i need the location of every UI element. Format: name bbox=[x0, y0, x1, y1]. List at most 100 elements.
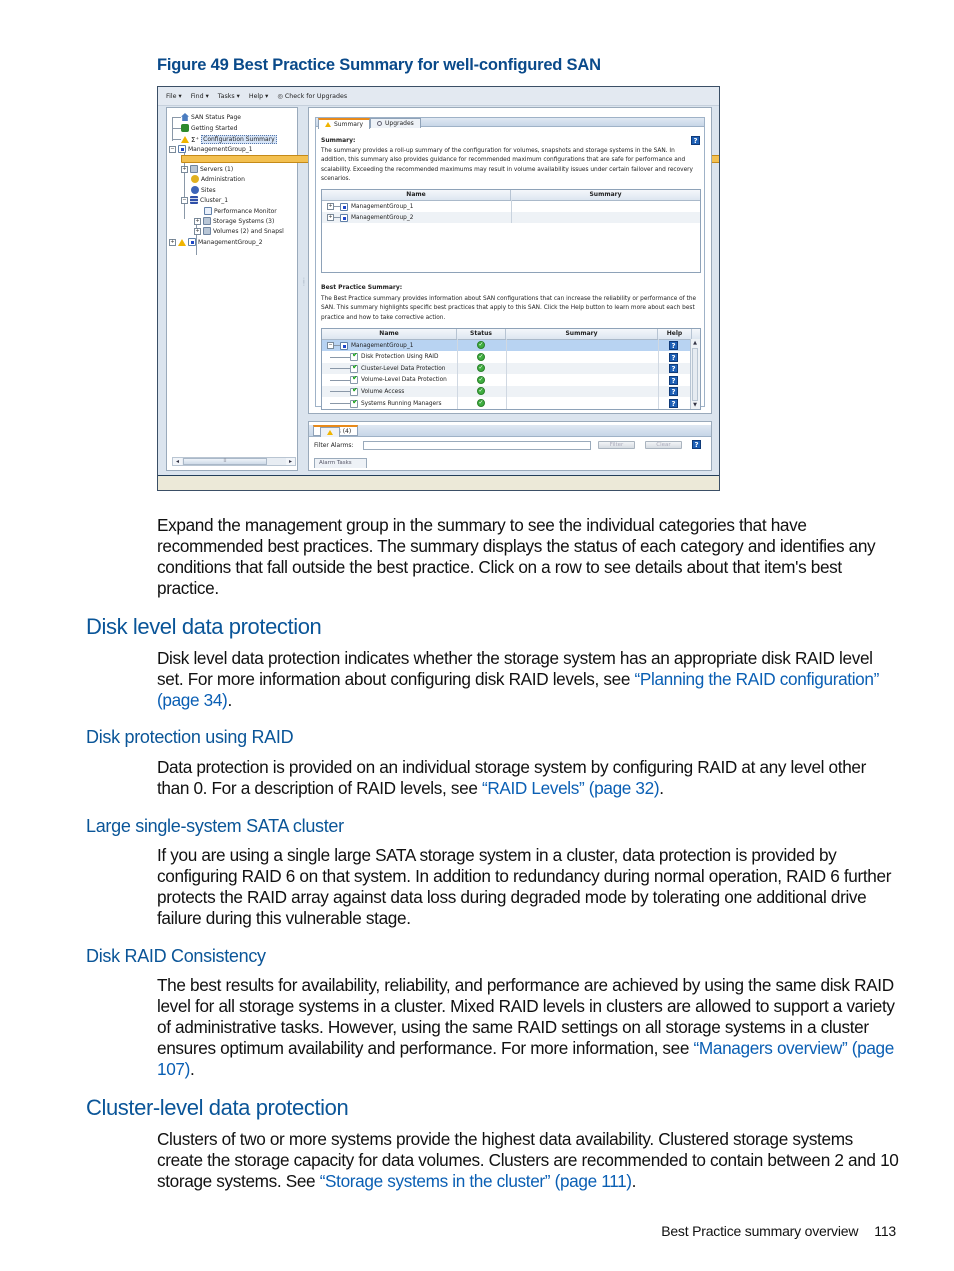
column-header-name[interactable]: Name bbox=[322, 190, 511, 200]
expand-icon[interactable]: + bbox=[169, 238, 176, 246]
row-name: Cluster-Level Data Protection bbox=[361, 365, 446, 372]
row-name: Disk Protection Using RAID bbox=[361, 354, 439, 361]
arrow-icon bbox=[181, 124, 189, 132]
expand-icon[interactable]: + bbox=[327, 203, 334, 210]
management-group-icon bbox=[178, 145, 186, 153]
row-help-button[interactable]: ? bbox=[669, 399, 678, 408]
tree-item-events[interactable]: + Events bbox=[181, 155, 719, 163]
menu-file[interactable]: File ▾ bbox=[166, 93, 182, 100]
heading-disk-protection-using-raid: Disk protection using RAID bbox=[86, 727, 294, 747]
tab-alarms[interactable]: Alarms (4) bbox=[313, 425, 359, 437]
check-upgrades-button[interactable]: ◎ Check for Upgrades bbox=[277, 93, 347, 100]
expand-icon[interactable]: + bbox=[181, 165, 188, 173]
column-divider bbox=[506, 339, 507, 409]
menu-find[interactable]: Find ▾ bbox=[191, 93, 209, 100]
house-icon bbox=[181, 113, 189, 121]
alarm-tasks-button[interactable]: Alarm Tasks bbox=[314, 458, 367, 468]
cluster-icon bbox=[190, 196, 198, 204]
row-name-cell: Disk Protection Using RAID bbox=[322, 353, 457, 362]
tree-item-configuration-summary[interactable]: Σ⁺ Configuration Summary bbox=[181, 135, 277, 144]
clear-button[interactable]: Clear bbox=[645, 441, 682, 449]
row-name: Systems Running Managers bbox=[361, 400, 442, 407]
tree-item-management-group-1[interactable]: − ManagementGroup_1 bbox=[169, 145, 253, 153]
column-header-summary[interactable]: Summary bbox=[506, 329, 658, 339]
best-practice-check-icon bbox=[350, 353, 359, 362]
row-name-cell: − ManagementGroup_1 bbox=[322, 341, 457, 350]
heading-cluster-level-data-protection: Cluster-level data protection bbox=[86, 1095, 349, 1120]
tree-item-servers[interactable]: + Servers (1) bbox=[181, 165, 233, 173]
row-name-cell: Cluster-Level Data Protection bbox=[322, 364, 457, 373]
scroll-left-icon[interactable]: ◂ bbox=[173, 458, 182, 465]
tab-strip: Summary Upgrades bbox=[315, 117, 705, 129]
footer-section-title: Best Practice summary overview bbox=[661, 1223, 859, 1239]
filter-alarms-input[interactable] bbox=[363, 441, 591, 450]
menu-tasks[interactable]: Tasks ▾ bbox=[218, 93, 240, 100]
expand-icon[interactable]: + bbox=[194, 227, 201, 235]
column-divider bbox=[658, 339, 659, 409]
management-group-icon bbox=[188, 238, 196, 246]
paragraph-sata-cluster: If you are using a single large SATA sto… bbox=[157, 845, 892, 928]
scroll-thumb[interactable]: ⁞⁞ bbox=[183, 458, 267, 465]
column-header-status[interactable]: Status bbox=[457, 329, 506, 339]
summary-help-button[interactable]: ? bbox=[691, 136, 700, 145]
intro-paragraph: Expand the management group in the summa… bbox=[157, 515, 876, 598]
filter-button[interactable]: Filter bbox=[598, 441, 635, 449]
summary-table: Name Summary + ManagementGroup_1 + Manag… bbox=[321, 189, 701, 273]
column-header-help[interactable]: Help bbox=[658, 329, 692, 339]
heading-large-sata-cluster: Large single-system SATA cluster bbox=[86, 816, 344, 836]
navigation-tree: SAN Status Page Getting Started Σ⁺ Confi… bbox=[166, 107, 719, 471]
expand-icon[interactable]: + bbox=[194, 217, 201, 225]
vertical-scrollbar[interactable]: ▲ ▼ bbox=[690, 339, 700, 409]
warning-icon bbox=[181, 136, 189, 143]
best-practice-title: Best Practice Summary: bbox=[321, 284, 403, 291]
menubar: File ▾ Find ▾ Tasks ▾ Help ▾ ◎ Check for… bbox=[158, 87, 719, 106]
horizontal-scrollbar[interactable]: ◂ ⁞⁞ ▸ bbox=[172, 457, 296, 466]
alarms-help-button[interactable]: ? bbox=[692, 440, 701, 449]
paragraph-text: . bbox=[659, 778, 664, 798]
tree-item-san-status[interactable]: SAN Status Page bbox=[181, 113, 241, 121]
link-storage-systems-cluster[interactable]: “Storage systems in the cluster” (page 1… bbox=[320, 1171, 632, 1191]
scroll-thumb[interactable] bbox=[692, 348, 698, 401]
row-name-cell: Volume-Level Data Protection bbox=[322, 376, 457, 385]
link-raid-levels[interactable]: “RAID Levels” (page 32) bbox=[482, 778, 660, 798]
row-help-button[interactable]: ? bbox=[669, 387, 678, 397]
paragraph-raid-consistency: The best results for availability, relia… bbox=[157, 975, 902, 1080]
tree-item-getting-started[interactable]: Getting Started bbox=[181, 124, 237, 132]
tree-item-administration[interactable]: Administration bbox=[191, 175, 245, 183]
tree-item-cluster-1[interactable]: − Cluster_1 bbox=[181, 196, 228, 204]
volumes-icon bbox=[203, 227, 211, 235]
scroll-right-icon[interactable]: ▸ bbox=[286, 458, 295, 465]
sigma-icon: Σ⁺ bbox=[191, 135, 200, 144]
expand-icon[interactable]: + bbox=[327, 214, 334, 221]
paragraph-text: . bbox=[190, 1059, 195, 1079]
tree-item-volumes[interactable]: + Volumes (2) and Snapsl bbox=[194, 227, 284, 235]
summary-tab-body: Summary: ? The summary provides a roll-u… bbox=[315, 127, 705, 410]
sites-icon bbox=[191, 186, 199, 194]
row-help-button[interactable]: ? bbox=[669, 364, 678, 374]
scroll-down-icon[interactable]: ▼ bbox=[691, 401, 699, 409]
pane-splitter[interactable]: ⋮ ⋮ bbox=[301, 278, 307, 295]
row-help-button[interactable]: ? bbox=[669, 375, 678, 385]
row-name-cell: Volume Access bbox=[322, 387, 457, 396]
status-ok-icon: ✓ bbox=[477, 387, 485, 396]
paragraph-disk-level: Disk level data protection indicates whe… bbox=[157, 648, 902, 711]
alarms-tab-strip: Alarms (4) bbox=[309, 425, 711, 437]
menu-help[interactable]: Help ▾ bbox=[249, 93, 269, 100]
column-header-summary[interactable]: Summary bbox=[511, 190, 700, 200]
collapse-icon[interactable]: − bbox=[181, 196, 188, 204]
collapse-icon[interactable]: − bbox=[327, 342, 334, 349]
row-help-button[interactable]: ? bbox=[669, 352, 678, 362]
paragraph-cluster-level: Clusters of two or more systems provide … bbox=[157, 1129, 902, 1192]
row-help-button[interactable]: ? bbox=[669, 341, 678, 350]
tree-item-sites[interactable]: Sites bbox=[191, 186, 216, 194]
summary-title: Summary: bbox=[321, 137, 356, 144]
status-ok-icon: ✓ bbox=[477, 352, 485, 361]
tree-item-management-group-2[interactable]: + ManagementGroup_2 bbox=[169, 238, 263, 246]
column-header-name[interactable]: Name bbox=[322, 329, 457, 339]
row-name: Volume Access bbox=[361, 388, 405, 395]
tree-item-storage-systems[interactable]: + Storage Systems (3) bbox=[194, 217, 274, 225]
collapse-icon[interactable]: − bbox=[169, 145, 176, 153]
tree-item-performance-monitor[interactable]: Performance Monitor bbox=[204, 207, 277, 215]
scroll-up-icon[interactable]: ▲ bbox=[691, 339, 699, 347]
page-number: 113 bbox=[874, 1223, 896, 1239]
